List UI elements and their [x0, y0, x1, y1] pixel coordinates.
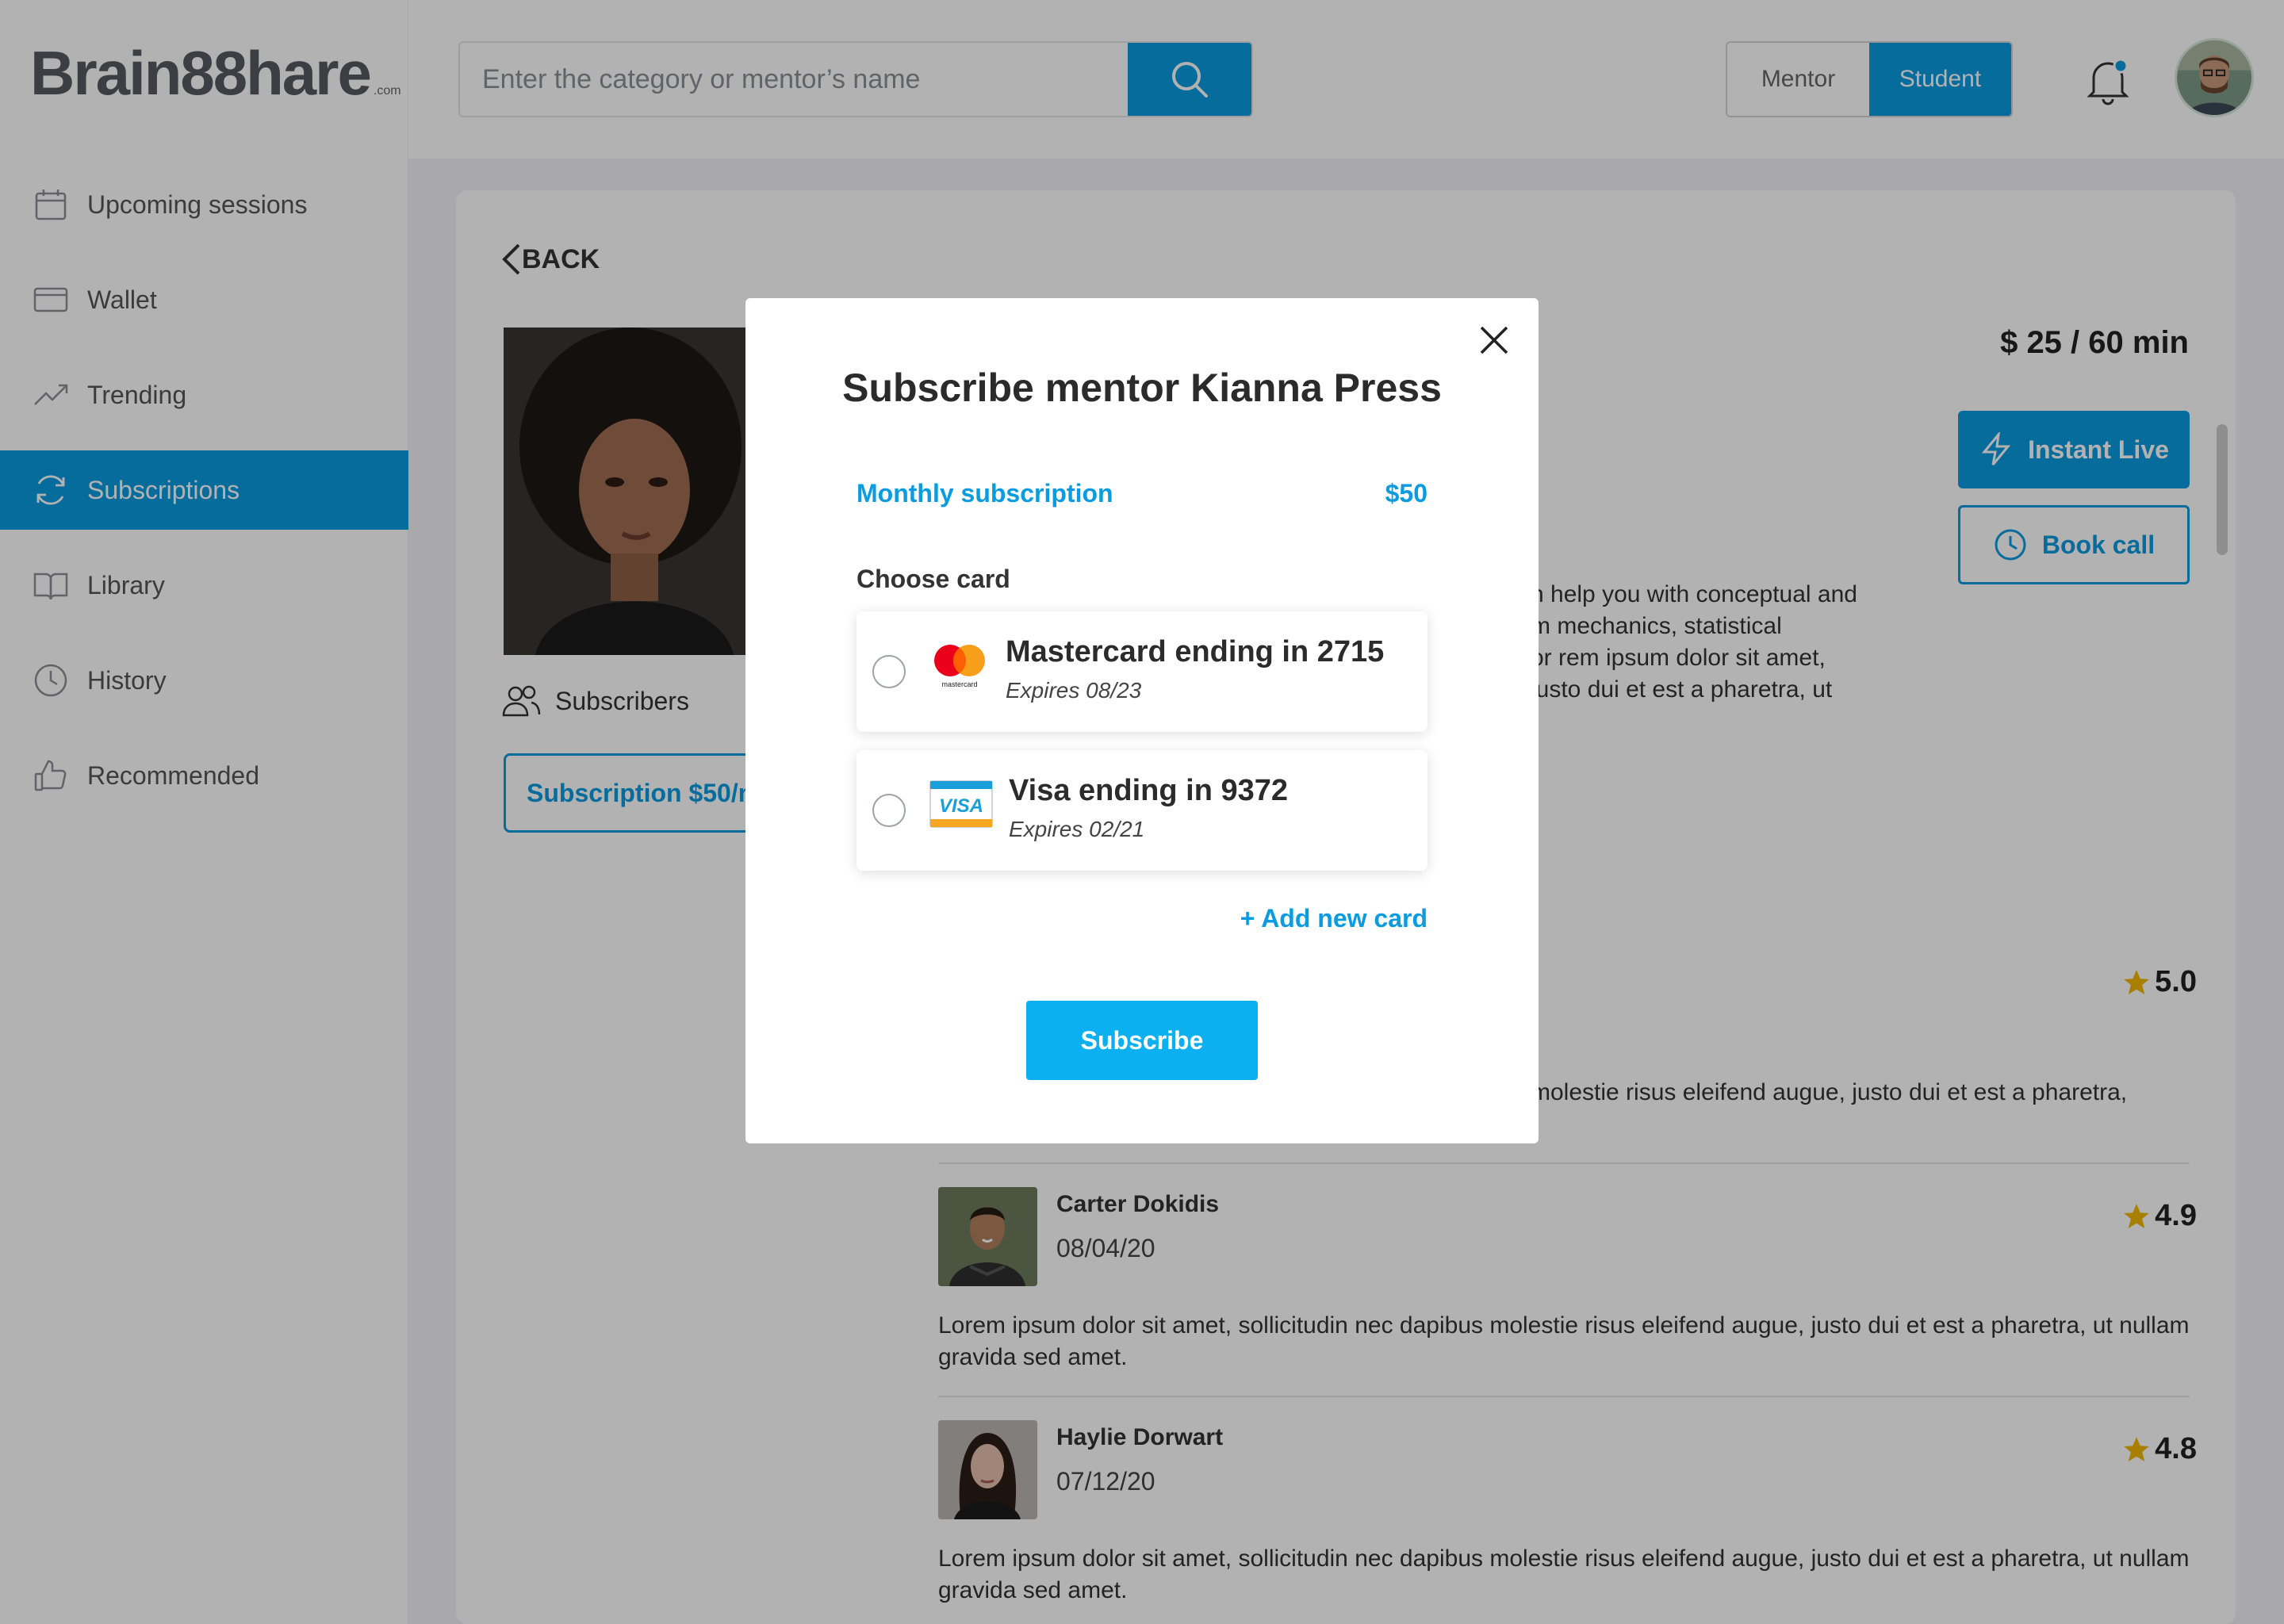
plan-price: $50 [1385, 479, 1428, 508]
choose-card-label: Choose card [856, 565, 1010, 593]
card-name: Mastercard ending in 2715 [1006, 635, 1385, 668]
plan-label: Monthly subscription [856, 479, 1113, 508]
card-radio[interactable] [872, 655, 906, 688]
card-name: Visa ending in 9372 [1009, 774, 1289, 807]
mastercard-icon: mastercard [934, 645, 985, 688]
payment-card-option[interactable]: mastercard Mastercard ending in 2715 Exp… [856, 611, 1428, 732]
payment-card-option[interactable]: VISA Visa ending in 9372 Expires 02/21 [856, 750, 1428, 871]
card-radio[interactable] [872, 794, 906, 827]
modal-title: Subscribe mentor Kianna Press [842, 366, 1442, 410]
mastercard-wordmark: mastercard [941, 680, 977, 688]
subscribe-button[interactable]: Subscribe [1026, 1001, 1258, 1080]
visa-wordmark: VISA [939, 795, 983, 817]
close-icon[interactable] [1475, 321, 1513, 359]
card-expiry: Expires 08/23 [1006, 678, 1142, 703]
card-expiry: Expires 02/21 [1009, 817, 1145, 841]
add-new-card-link[interactable]: + Add new card [1190, 904, 1428, 933]
plan-row: Monthly subscription $50 [856, 479, 1428, 508]
visa-icon: VISA [929, 780, 993, 828]
